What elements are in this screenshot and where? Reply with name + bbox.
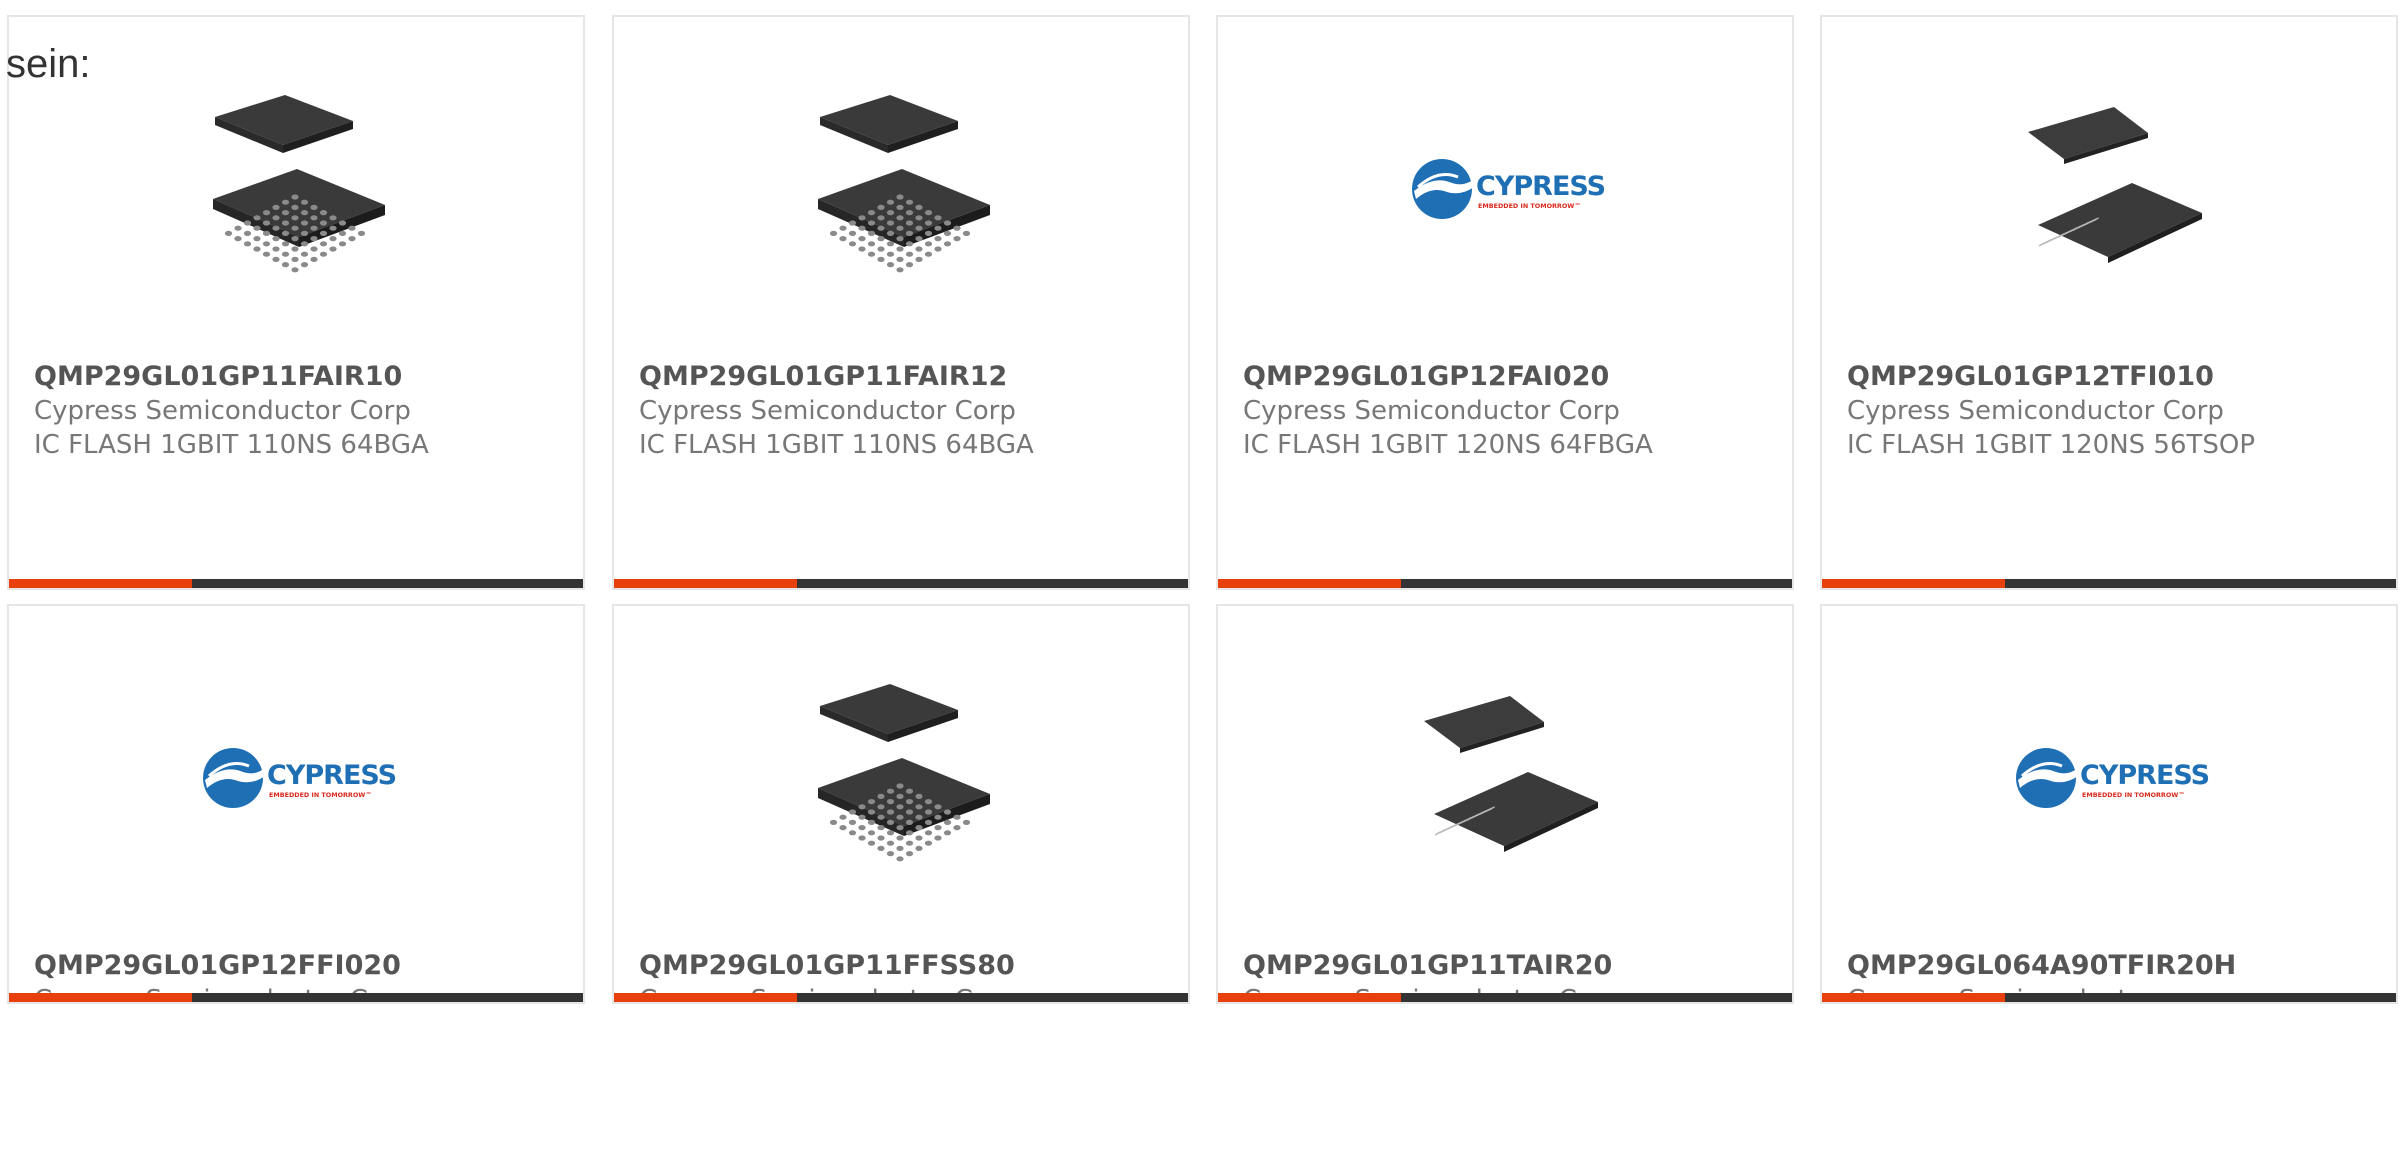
svg-text:EMBEDDED IN TOMORROW™: EMBEDDED IN TOMORROW™ [1478,202,1581,210]
bga-chip-icon[interactable] [195,87,399,291]
product-description: IC FLASH 1GBIT 120NS 64FBGA [1243,430,1653,460]
card-footer-accent [1822,579,2005,588]
product-part-number[interactable]: QMP29GL01GP11FFSS80 [639,949,1178,983]
product-info: QMP29GL01GP12TFI010 Cypress Semiconducto… [1847,360,2386,462]
card-footer-accent [9,993,192,1002]
product-manufacturer: Cypress Semiconductor Corp [1847,396,2224,426]
card-footer-accent [9,579,192,588]
product-card[interactable]: QMP29GL01GP11FFSS80 Cypress Semiconducto… [612,604,1190,1004]
svg-text:CYPRESS: CYPRESS [267,760,396,791]
product-card[interactable]: CYPRESS EMBEDDED IN TOMORROW™ QMP29GL01G… [7,604,585,1004]
product-info: QMP29GL01GP11FAIR10 Cypress Semiconducto… [34,360,573,462]
product-manufacturer: Cypress Semiconductor Corp [34,396,411,426]
product-description: IC FLASH 1GBIT 110NS 64BGA [639,430,1034,460]
product-grid-page: sein: QMP29GL01GP11FAIR10 Cypress Semico… [0,0,2400,1173]
card-footer-accent [1218,579,1401,588]
product-part-number[interactable]: QMP29GL01GP12FAI020 [1243,360,1782,394]
card-footer-accent [614,993,797,1002]
product-card[interactable]: QMP29GL01GP11FAIR10 Cypress Semiconducto… [7,15,585,590]
cypress-logo[interactable]: CYPRESS EMBEDDED IN TOMORROW™ [195,676,399,880]
cypress-logo[interactable]: CYPRESS EMBEDDED IN TOMORROW™ [1404,87,1608,291]
bga-chip-icon[interactable] [800,87,1004,291]
product-card[interactable]: CYPRESS EMBEDDED IN TOMORROW™ QMP29GL064… [1820,604,2398,1004]
card-footer-accent [1218,993,1401,1002]
product-info: QMP29GL01GP12FAI020 Cypress Semiconducto… [1243,360,1782,462]
card-footer-accent [1822,993,2005,1002]
product-part-number[interactable]: QMP29GL01GP12TFI010 [1847,360,2386,394]
bga-chip-icon[interactable] [800,676,1004,880]
product-card[interactable]: QMP29GL01GP11FAIR12 Cypress Semiconducto… [612,15,1190,590]
product-manufacturer: Cypress Semiconductor Corp [639,396,1016,426]
product-card[interactable]: CYPRESS EMBEDDED IN TOMORROW™ QMP29GL01G… [1216,15,1794,590]
card-footer-accent [614,579,797,588]
intro-text: sein: [6,42,91,86]
svg-text:EMBEDDED IN TOMORROW™: EMBEDDED IN TOMORROW™ [2082,791,2185,799]
tsop-chip-icon[interactable] [2008,87,2212,291]
product-part-number[interactable]: QMP29GL01GP11FAIR10 [34,360,573,394]
product-info: QMP29GL01GP11FAIR12 Cypress Semiconducto… [639,360,1178,462]
svg-text:EMBEDDED IN TOMORROW™: EMBEDDED IN TOMORROW™ [269,791,372,799]
product-manufacturer: Cypress Semiconductor Corp [1243,396,1620,426]
svg-text:CYPRESS: CYPRESS [1476,171,1605,202]
product-card[interactable]: QMP29GL01GP12TFI010 Cypress Semiconducto… [1820,15,2398,590]
product-card[interactable]: QMP29GL01GP11TAIR20 Cypress Semiconducto… [1216,604,1794,1004]
product-part-number[interactable]: QMP29GL01GP12FFI020 [34,949,573,983]
product-part-number[interactable]: QMP29GL01GP11FAIR12 [639,360,1178,394]
product-part-number[interactable]: QMP29GL01GP11TAIR20 [1243,949,1782,983]
product-description: IC FLASH 1GBIT 120NS 56TSOP [1847,430,2256,460]
cypress-logo[interactable]: CYPRESS EMBEDDED IN TOMORROW™ [2008,676,2212,880]
svg-text:CYPRESS: CYPRESS [2080,760,2209,791]
tsop-chip-icon[interactable] [1404,676,1608,880]
product-part-number[interactable]: QMP29GL064A90TFIR20H [1847,949,2386,983]
product-description: IC FLASH 1GBIT 110NS 64BGA [34,430,429,460]
